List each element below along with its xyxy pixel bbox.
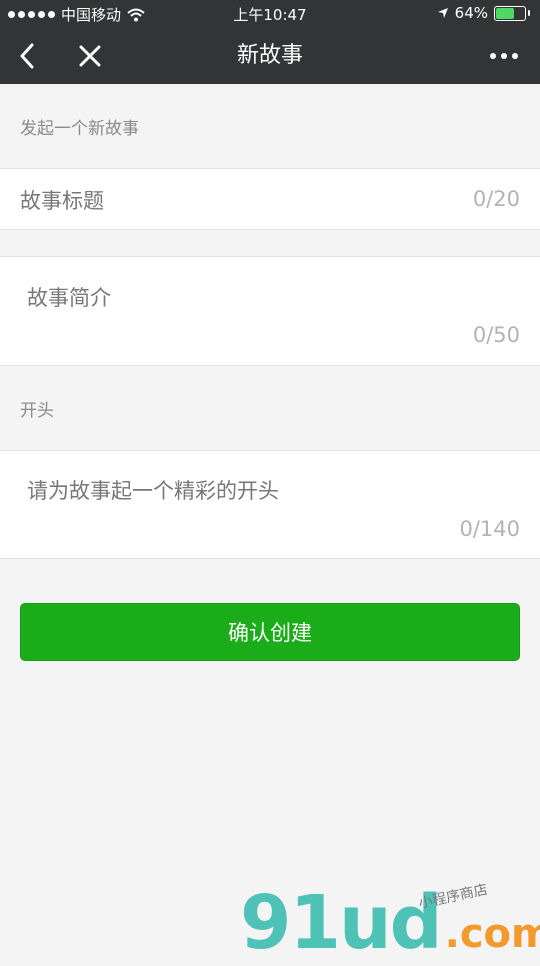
location-arrow-icon [437, 8, 448, 18]
story-opening-placeholder: 请为故事起一个精彩的开头 [27, 479, 279, 503]
story-intro-counter: 0/50 [472, 323, 520, 347]
battery-icon [494, 5, 530, 21]
story-title-field[interactable]: 故事标题 0/20 [0, 168, 540, 230]
confirm-create-button[interactable]: 确认创建 [20, 603, 520, 661]
more-button[interactable] [486, 38, 522, 74]
status-right: 64% [437, 4, 530, 22]
story-intro-placeholder: 故事简介 [27, 286, 111, 310]
story-title-placeholder: 故事标题 [20, 189, 104, 213]
more-dots-icon [490, 53, 518, 59]
story-title-counter: 0/20 [472, 187, 520, 211]
page-title: 新故事 [236, 43, 303, 68]
watermark-logo: 91ud .com 小程序商店 [240, 880, 540, 966]
status-bar: 中国移动 上午10:47 64% [0, 0, 540, 28]
story-opening-field[interactable]: 请为故事起一个精彩的开头 0/140 [0, 450, 540, 559]
section-label-opening: 开头 [20, 401, 54, 421]
section-label-new-story: 发起一个新故事 [20, 119, 139, 139]
battery-percent: 64% [454, 4, 488, 22]
story-intro-field[interactable]: 故事简介 0/50 [0, 256, 540, 366]
watermark-brand: 91ud [240, 880, 443, 966]
watermark-domain: .com [444, 911, 540, 957]
navigation-bar: 新故事 [0, 28, 540, 84]
story-opening-counter: 0/140 [459, 517, 520, 541]
